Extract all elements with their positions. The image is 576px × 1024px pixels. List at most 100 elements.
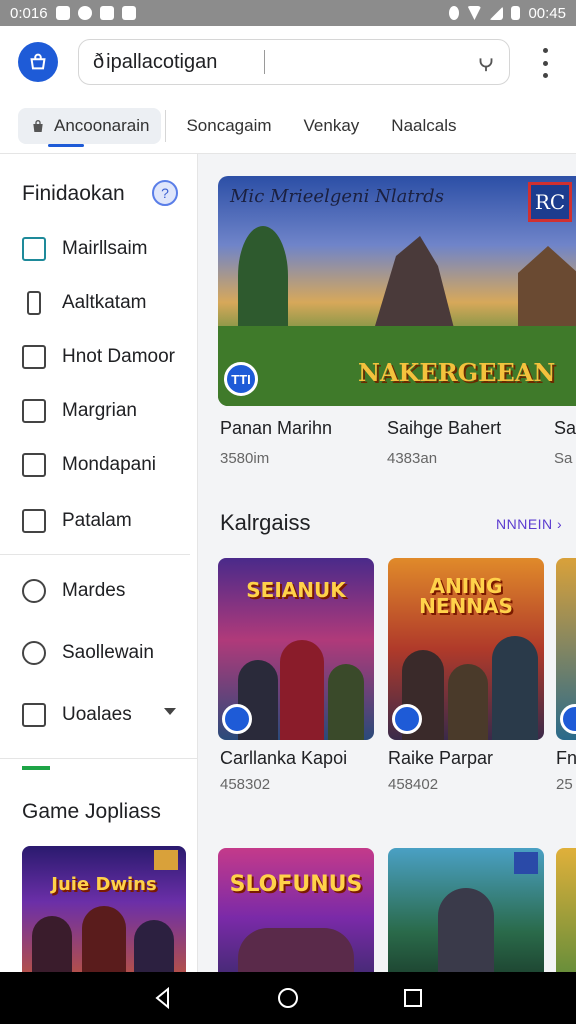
sidebar-item-label: Mardes [62,580,126,601]
tab-venkay[interactable]: Venkay [288,108,376,144]
sidebar-item-patalam[interactable]: Patalam [22,506,132,536]
sidebar: Finidaokan ? Mairllsaim Aaltkatam Hnot D… [0,154,198,986]
featured-title: Mic Mrieelgeni Nlatrds [230,186,444,207]
play-badge-icon: TTI [224,362,258,396]
chart-icon [22,399,46,423]
sidebar-item-label: Uoalaes [62,704,132,725]
sidebar-card-edge [0,758,198,759]
play-badge-icon [560,704,576,734]
signal-icon [489,6,504,20]
sidebar-item-label: Mondapani [62,454,157,475]
play-badge-icon [392,704,422,734]
home-icon[interactable] [276,986,300,1010]
featured-banner[interactable]: Mic Mrieelgeni Nlatrds RC NAKERGEEAN TTI [218,176,576,406]
store-logo-icon[interactable] [18,42,58,82]
game-title-art: Juie Dwins [51,874,157,895]
sidebar-item-mairllsaim[interactable]: Mairllsaim [22,234,148,264]
sidebar-item-label: Margrian [62,400,137,421]
sidebar-item-saollewain[interactable]: Saollewain [22,638,154,668]
help-icon[interactable]: ? [152,180,178,206]
app-name[interactable]: Carllanka Kapoi [220,748,347,769]
header: ð Ancoonarain Soncagaim Venkay Naalcals [0,26,576,154]
app-size: 3580im [220,450,270,467]
tab-ancoonarain[interactable]: Ancoonarain [18,108,162,144]
sidebar-item-mardes[interactable]: Mardes [22,576,125,606]
chevron-down-icon [164,708,176,715]
accent-bar [22,766,50,770]
app-size: Sa [554,450,573,467]
bookmark-icon [22,345,46,369]
list-icon [22,703,46,727]
sidebar-item-aaltkatam[interactable]: Aaltkatam [22,288,146,318]
game-thumbnail[interactable] [556,848,576,972]
app-name[interactable]: Panan Marihn [220,418,332,439]
tab-label: Venkay [303,116,360,135]
tag-icon [22,453,46,477]
search-bar[interactable]: ð [78,39,510,85]
sidebar-item-uoalaes[interactable]: Uoalaes [22,700,192,730]
see-more-link[interactable]: NNNEIN › [496,516,562,532]
game-thumbnail[interactable]: SLOFUNUS [218,848,374,972]
sidebar-title: Finidaokan [22,182,125,205]
grid-icon [22,509,46,533]
app-name[interactable]: Fn [556,748,576,769]
bluetooth-icon [449,6,460,20]
checkbox-edit-icon [22,237,46,261]
game-thumbnail[interactable]: Juie Dwins [22,846,186,986]
back-icon[interactable] [151,986,175,1010]
text-caret [264,50,266,74]
search-input[interactable] [106,50,257,74]
category-tabs: Ancoonarain Soncagaim Venkay Naalcals [18,100,473,152]
phone-icon [27,291,41,315]
featured-logo: RC [528,182,572,222]
gear-icon [55,6,70,20]
tab-soncagaim[interactable]: Soncagaim [170,108,287,144]
mic-icon[interactable] [475,51,497,73]
game-title-art: ANING NENNAS [419,574,513,618]
game-title-art: SEIANUK [246,578,346,602]
app-size: 458402 [388,776,439,793]
sidebar-item-label: Saollewain [62,642,154,663]
tab-label: Soncagaim [186,116,272,135]
sidebar-item-margrian[interactable]: Margrian [22,396,137,426]
sidebar-item-mondapani[interactable]: Mondapani [22,450,156,480]
bag-icon [33,120,43,132]
sidebar-divider [0,554,190,555]
featured-banner-text: NAKERGEEAN [358,358,556,387]
play-badge-icon [222,704,252,734]
system-nav-bar [0,972,576,1024]
game-thumbnail[interactable] [388,848,544,972]
game-section-title: Game Jopliass [22,800,161,823]
app-name[interactable]: Saihge Bahert [387,418,501,439]
notification-icon [99,6,114,20]
compass-icon [77,6,92,20]
main-content: Mic Mrieelgeni Nlatrds RC NAKERGEEAN TTI… [200,154,576,972]
clock-left: 0:016 [10,4,48,22]
mail-icon [121,6,136,20]
status-bar: 0:016 00:45 [0,0,576,26]
tab-label: Naalcals [391,116,457,135]
tab-naalcals[interactable]: Naalcals [375,108,472,144]
section-title: Kalrgaiss [220,510,311,535]
overflow-menu-icon[interactable] [536,48,554,78]
app-size: 4383an [387,450,438,467]
game-thumbnail[interactable]: SEIANUK [218,558,374,740]
battery-icon [511,6,521,20]
sidebar-item-label: Aaltkatam [62,292,147,313]
sidebar-item-label: Mairllsaim [62,238,148,259]
recents-icon[interactable] [401,986,425,1010]
app-size: 458302 [220,776,271,793]
game-thumbnail[interactable]: ANING NENNAS [388,558,544,740]
wifi-icon [467,6,482,20]
target-icon [22,641,46,665]
game-title-art: SLOFUNUS [229,872,363,897]
game-thumbnail[interactable] [556,558,576,740]
search-prefix: ð [93,50,105,73]
app-size: 25 [556,776,573,793]
sidebar-item-label: Hnot Damoor [62,346,175,367]
refresh-icon [22,579,46,603]
app-name[interactable]: Raike Parpar [388,748,493,769]
app-name[interactable]: Sa [554,418,576,439]
tab-label: Ancoonarain [54,116,150,135]
sidebar-item-hnot-damoor[interactable]: Hnot Damoor [22,342,175,372]
